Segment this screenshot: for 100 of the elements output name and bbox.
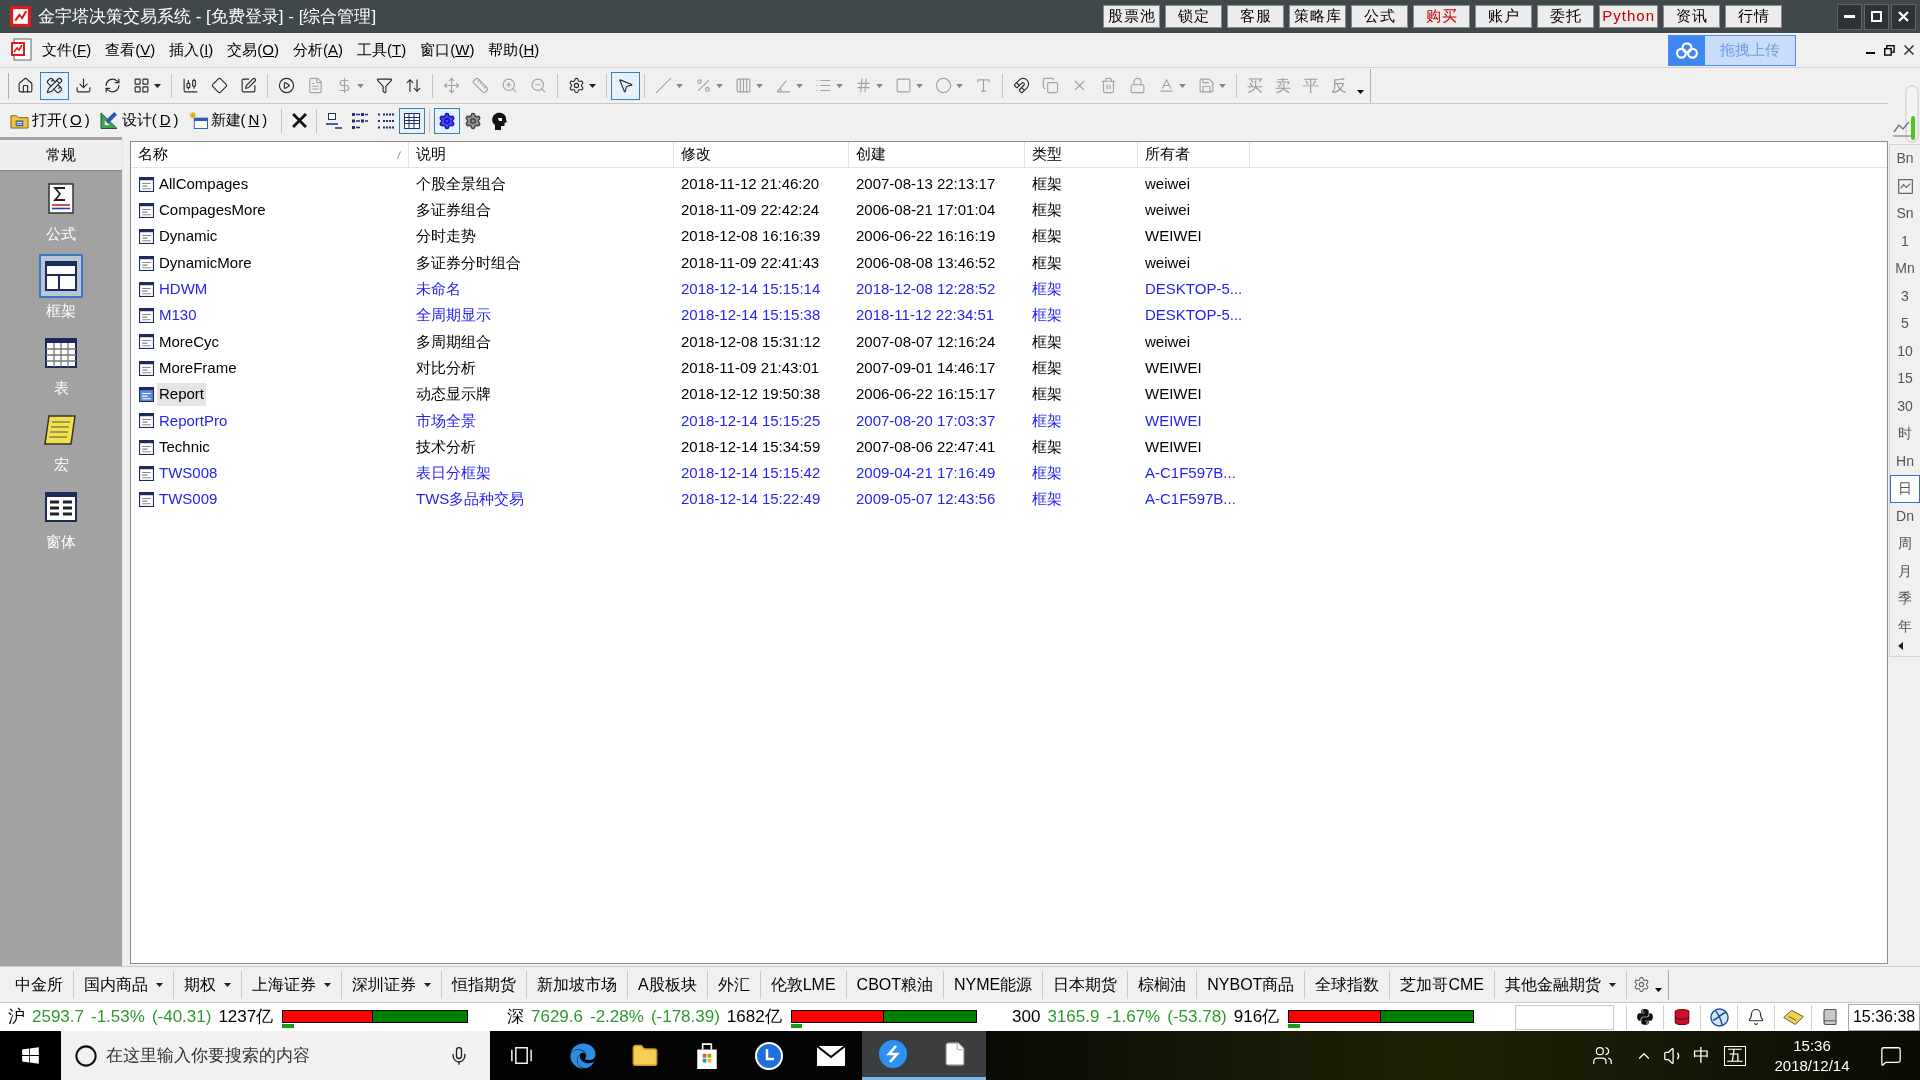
period-button[interactable]: 年 — [1890, 612, 1920, 640]
frame-icon — [139, 176, 154, 192]
menu-item[interactable]: 查看(V) — [98, 36, 163, 64]
column-header[interactable]: 所有者 — [1138, 142, 1250, 167]
table-cell: 2007-08-20 17:03:37 — [856, 411, 996, 429]
title-bar-button[interactable]: 锁定 — [1165, 5, 1223, 28]
title-bar-button[interactable]: 股票池 — [1103, 5, 1161, 28]
table-cell: 个股全景组合 — [416, 174, 506, 192]
overflow-icon[interactable] — [1357, 89, 1364, 94]
period-button[interactable]: 1 — [1890, 227, 1920, 255]
column-header[interactable]: 修改 — [674, 142, 849, 167]
caret-icon — [756, 83, 763, 88]
market-tab[interactable]: 中金所 — [5, 970, 74, 999]
market-tab[interactable]: 外汇 — [707, 970, 761, 999]
new-button[interactable]: 新建(N) — [188, 107, 278, 134]
table-cell: 对比分析 — [416, 358, 476, 376]
index-change: (-53.78) — [1167, 1006, 1227, 1029]
table-cell: 框架 — [1032, 332, 1062, 350]
mail-icon — [817, 1045, 845, 1066]
list-view-icon — [378, 112, 395, 129]
maximize-button[interactable] — [1864, 3, 1889, 30]
close-icon[interactable] — [1904, 45, 1914, 55]
market-tab[interactable]: 恒指期货 — [442, 970, 527, 999]
frame-icon — [139, 465, 154, 481]
period-button[interactable]: 15 — [1890, 365, 1920, 393]
period-button[interactable]: Dn — [1890, 502, 1920, 530]
title-bar-button[interactable]: 客服 — [1227, 5, 1285, 28]
market-tab[interactable]: 全球指数 — [1305, 970, 1391, 999]
period-button[interactable]: 时 — [1890, 420, 1920, 448]
collapse-arrow-icon[interactable] — [1898, 642, 1903, 650]
toolbar-button[interactable] — [40, 71, 69, 100]
market-tab[interactable]: 伦敦LME — [760, 970, 847, 999]
market-tab[interactable]: NYME能源 — [944, 970, 1044, 999]
menu-item[interactable]: 插入(I) — [162, 36, 221, 64]
frame-icon — [139, 492, 154, 508]
open-button[interactable]: 打开(O) — [10, 107, 100, 134]
search-bar[interactable]: 在这里输入你要搜索的内容 — [61, 1031, 490, 1080]
toolbar-button[interactable] — [434, 107, 461, 134]
period-button[interactable]: 周 — [1890, 530, 1920, 558]
menu-item[interactable]: 帮助(H) — [481, 36, 547, 64]
column-header[interactable]: 创建 — [849, 142, 1025, 167]
title-bar-button[interactable]: 行情 — [1725, 5, 1782, 28]
market-tab[interactable]: NYBOT商品 — [1197, 970, 1306, 999]
title-bar-button[interactable]: 资讯 — [1663, 5, 1720, 28]
close-button[interactable] — [1891, 3, 1916, 30]
period-button[interactable]: Sn — [1890, 200, 1920, 228]
search-field[interactable]: 在这里输入你要搜索的内容 — [106, 1040, 446, 1071]
menu-item[interactable]: 交易(O) — [220, 36, 287, 64]
market-tab[interactable]: 棕榈油 — [1128, 970, 1198, 999]
title-bar-button[interactable]: 策略库 — [1289, 5, 1347, 28]
title-bar-button[interactable]: 公式 — [1351, 5, 1409, 28]
notification-icon[interactable] — [1880, 1044, 1902, 1067]
market-tab[interactable]: 芝加哥CME — [1390, 970, 1495, 999]
period-button[interactable]: 5 — [1890, 310, 1920, 338]
period-button[interactable]: Hn — [1890, 447, 1920, 475]
caret-icon — [836, 83, 843, 88]
toolbar-button[interactable] — [611, 71, 640, 100]
period-button[interactable]: 月 — [1890, 557, 1920, 585]
market-tab[interactable]: 其他金融期货 — [1494, 970, 1627, 999]
python-icon — [1636, 1008, 1655, 1026]
market-tab[interactable]: A股板块 — [628, 970, 708, 999]
title-bar-button[interactable]: 账户 — [1475, 5, 1533, 28]
menu-item[interactable]: 窗口(W) — [413, 36, 482, 64]
period-button[interactable]: 10 — [1890, 337, 1920, 365]
period-button[interactable]: Mn — [1890, 255, 1920, 283]
period-button[interactable]: 季 — [1890, 585, 1920, 613]
title-bar-button[interactable]: 购买 — [1413, 5, 1471, 28]
table-cell: 框架 — [1032, 411, 1062, 429]
column-header[interactable]: 名称 — [131, 142, 409, 167]
column-header[interactable]: 类型 — [1025, 142, 1138, 167]
status-clock: 15:36:38 — [1848, 1003, 1920, 1031]
period-button[interactable]: 日 — [1890, 475, 1920, 503]
period-button[interactable]: Bn — [1890, 145, 1920, 173]
minimize-button[interactable] — [1837, 3, 1862, 30]
column-header[interactable]: 说明 — [409, 142, 674, 167]
market-tab[interactable]: CBOT粮油 — [846, 970, 945, 999]
market-tab[interactable]: 日本期货 — [1043, 970, 1129, 999]
menu-item[interactable]: 工具(T) — [350, 36, 414, 64]
market-tab[interactable]: 上海证券 — [242, 970, 342, 999]
menu-item[interactable]: 文件(F) — [35, 36, 99, 64]
period-button[interactable]: 3 — [1890, 282, 1920, 310]
market-tab[interactable]: 期权 — [174, 970, 242, 999]
menu-item[interactable]: 分析(A) — [286, 36, 351, 64]
market-tab[interactable]: 国内商品 — [74, 970, 174, 999]
table-cell: TWS多品种交易 — [416, 490, 525, 508]
design-button[interactable]: 设计(D) — [99, 107, 189, 134]
restore-icon[interactable] — [1884, 44, 1895, 56]
period-button[interactable]: 30 — [1890, 392, 1920, 420]
market-tab[interactable]: 深圳证券 — [342, 970, 442, 999]
index-name: 300 — [1012, 1006, 1041, 1029]
table-cell: 2007-09-01 14:46:17 — [856, 358, 996, 376]
table-cell: weiwei — [1145, 201, 1190, 219]
toolbar-button[interactable] — [399, 107, 426, 134]
people-icon[interactable] — [1592, 1045, 1613, 1066]
index-price: 7629.6 — [531, 1006, 583, 1029]
taskbar-app[interactable] — [924, 1031, 986, 1080]
market-tab[interactable]: 新加坡市场 — [527, 970, 628, 999]
title-bar-button[interactable]: 委托 — [1537, 5, 1595, 28]
title-bar-button[interactable]: Python — [1599, 5, 1658, 28]
taskbar-app[interactable] — [862, 1031, 924, 1080]
